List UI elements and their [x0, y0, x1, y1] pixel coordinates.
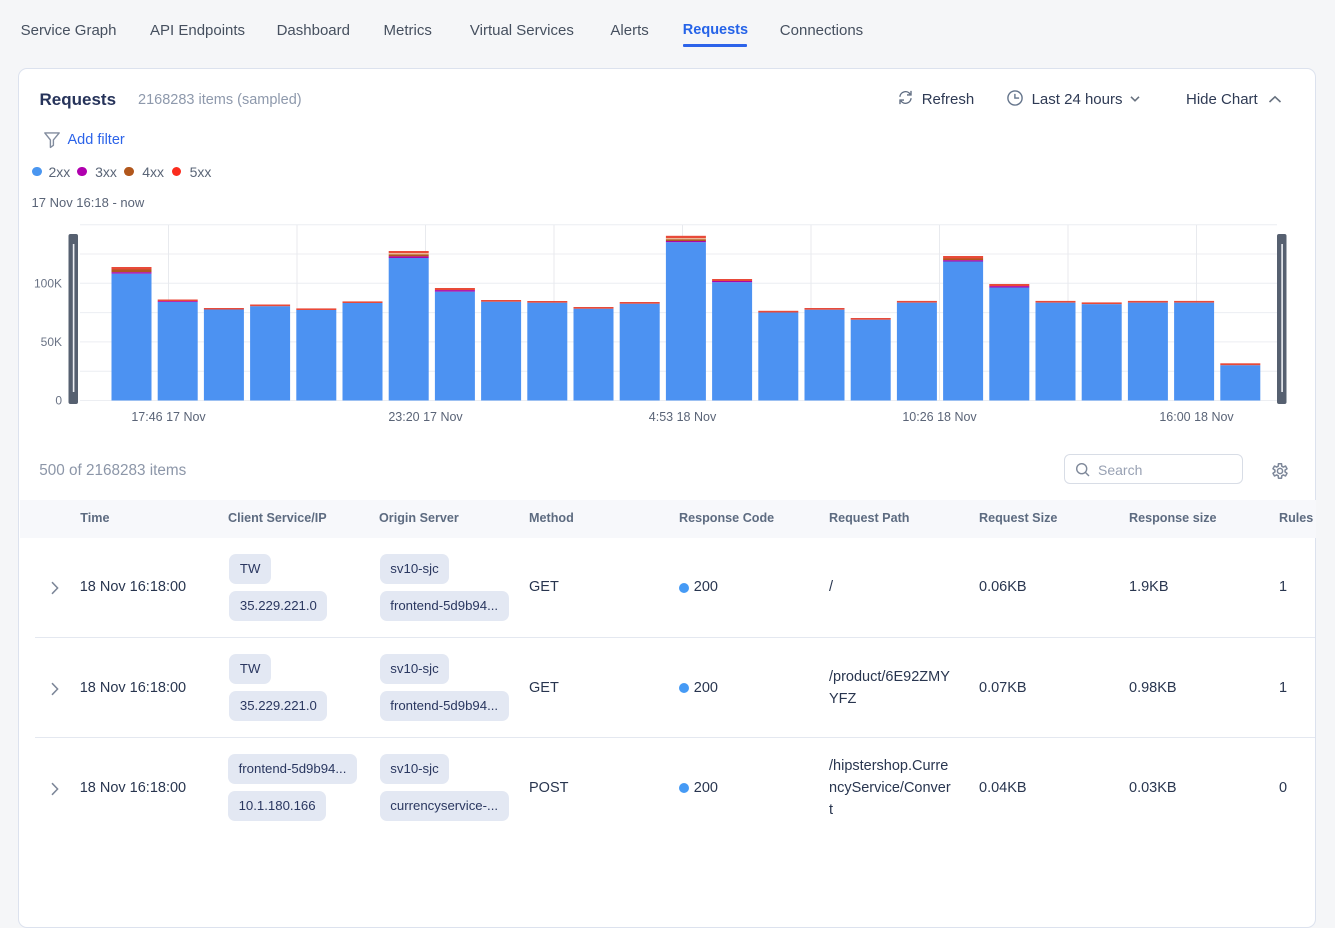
svg-text:10:26 18 Nov: 10:26 18 Nov [902, 410, 977, 424]
svg-text:100K: 100K [34, 276, 62, 290]
svg-text:50K: 50K [41, 335, 62, 349]
svg-text:23:20 17 Nov: 23:20 17 Nov [388, 410, 463, 424]
svg-text:17:46 17 Nov: 17:46 17 Nov [131, 410, 206, 424]
svg-text:0: 0 [55, 394, 62, 408]
svg-text:4:53 18 Nov: 4:53 18 Nov [649, 410, 717, 424]
svg-text:16:00 18 Nov: 16:00 18 Nov [1159, 410, 1234, 424]
